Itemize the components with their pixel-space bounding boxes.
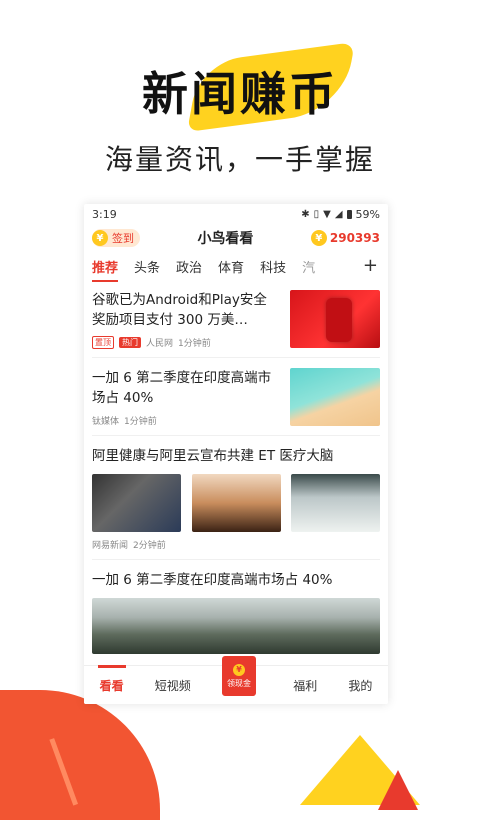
wifi-icon: ▼ (323, 208, 331, 220)
tab-sports[interactable]: 体育 (218, 257, 244, 276)
news-title: 谷歌已为Android和Play安全奖励项目支付 300 万美… (92, 292, 267, 328)
status-icons: ✱ ▯ ▼ ◢ 59% (301, 208, 380, 221)
promo-hero: 新闻赚币 海量资讯，一手掌握 (0, 0, 480, 200)
news-meta: 置顶 热门 人民网 1分钟前 (92, 336, 272, 349)
coin-icon: ¥ (233, 663, 245, 676)
decor-red-triangle (378, 770, 418, 810)
news-feed: 谷歌已为Android和Play安全奖励项目支付 300 万美… 置顶 热门 人… (84, 280, 388, 662)
promo-title: 新闻赚币 (142, 67, 338, 121)
promo-subtitle: 海量资讯，一手掌握 (104, 143, 375, 176)
nav-watch[interactable]: 看看 (97, 664, 126, 694)
news-meta: 网易新闻 2分钟前 (92, 538, 380, 551)
news-source: 钛媒体 (92, 417, 120, 427)
news-meta: 钛媒体 1分钟前 (92, 414, 272, 427)
signal-icon: ◢ (334, 208, 343, 220)
phone-screen: 3:19 ✱ ▯ ▼ ◢ 59% ¥ 签到 小鸟看看 ¥ 290393 推荐 头… (84, 204, 388, 704)
news-title: 一加 6 第二季度在印度高端市场占 40% (92, 572, 333, 588)
coin-icon: ¥ (310, 230, 327, 246)
coin-balance[interactable]: ¥ 290393 (310, 230, 380, 246)
news-source: 人民网 (146, 339, 174, 349)
news-time: 1分钟前 (124, 417, 157, 427)
news-item[interactable]: 一加 6 第二季度在印度高端市场占 40% (92, 560, 380, 662)
news-item[interactable]: 谷歌已为Android和Play安全奖励项目支付 300 万美… 置顶 热门 人… (92, 280, 380, 358)
news-time: 1分钟前 (178, 339, 211, 349)
news-title: 阿里健康与阿里云宣布共建 ET 医疗大脑 (92, 448, 334, 464)
tab-headlines[interactable]: 头条 (134, 257, 160, 276)
news-source: 网易新闻 (92, 541, 129, 551)
pinned-badge: 置顶 (92, 336, 114, 349)
news-thumbnail (290, 290, 380, 348)
news-thumbnail (291, 474, 380, 532)
tab-auto[interactable]: 汽 (302, 257, 315, 276)
news-item[interactable]: 一加 6 第二季度在印度高端市场占 40% 钛媒体 1分钟前 (92, 358, 380, 436)
cash-label: 领现金 (227, 678, 251, 688)
signin-button[interactable]: ¥ 签到 (92, 229, 140, 247)
claim-cash-button[interactable]: ¥ 领现金 (222, 656, 262, 704)
bottom-navigation: 看看 短视频 ¥ 领现金 福利 我的 (84, 656, 388, 704)
nav-short-video[interactable]: 短视频 (155, 677, 191, 694)
bluetooth-icon: ✱ (301, 208, 310, 220)
add-tab-icon[interactable]: + (363, 255, 378, 276)
news-thumbnail (191, 474, 281, 532)
news-thumbnail (92, 474, 181, 532)
tab-tech[interactable]: 科技 (260, 257, 286, 276)
battery-level: 59% (355, 207, 380, 221)
tab-recommend[interactable]: 推荐 (92, 257, 119, 282)
nav-mine[interactable]: 我的 (348, 677, 372, 694)
news-time: 2分钟前 (133, 541, 166, 551)
status-bar: 3:19 ✱ ▯ ▼ ◢ 59% (84, 204, 388, 224)
app-title: 小鸟看看 (197, 231, 254, 247)
battery-icon (346, 209, 352, 219)
vibrate-icon: ▯ (313, 208, 320, 220)
tab-politics[interactable]: 政治 (176, 257, 202, 276)
news-large-image (92, 598, 380, 654)
hot-badge: 热门 (119, 337, 141, 348)
news-thumbnail (290, 368, 380, 426)
news-item[interactable]: 阿里健康与阿里云宣布共建 ET 医疗大脑 网易新闻 2分钟前 (92, 436, 380, 560)
news-title: 一加 6 第二季度在印度高端市场占 40% (92, 370, 272, 406)
category-tabs: 推荐 头条 政治 体育 科技 汽 + (84, 252, 388, 282)
app-header: ¥ 签到 小鸟看看 ¥ 290393 (84, 224, 388, 252)
coin-count: 290393 (329, 231, 380, 245)
nav-welfare[interactable]: 福利 (293, 677, 317, 694)
status-time: 3:19 (92, 207, 117, 221)
coin-icon: ¥ (92, 230, 108, 246)
news-image-row (92, 474, 380, 532)
signin-label: 签到 (112, 232, 134, 245)
